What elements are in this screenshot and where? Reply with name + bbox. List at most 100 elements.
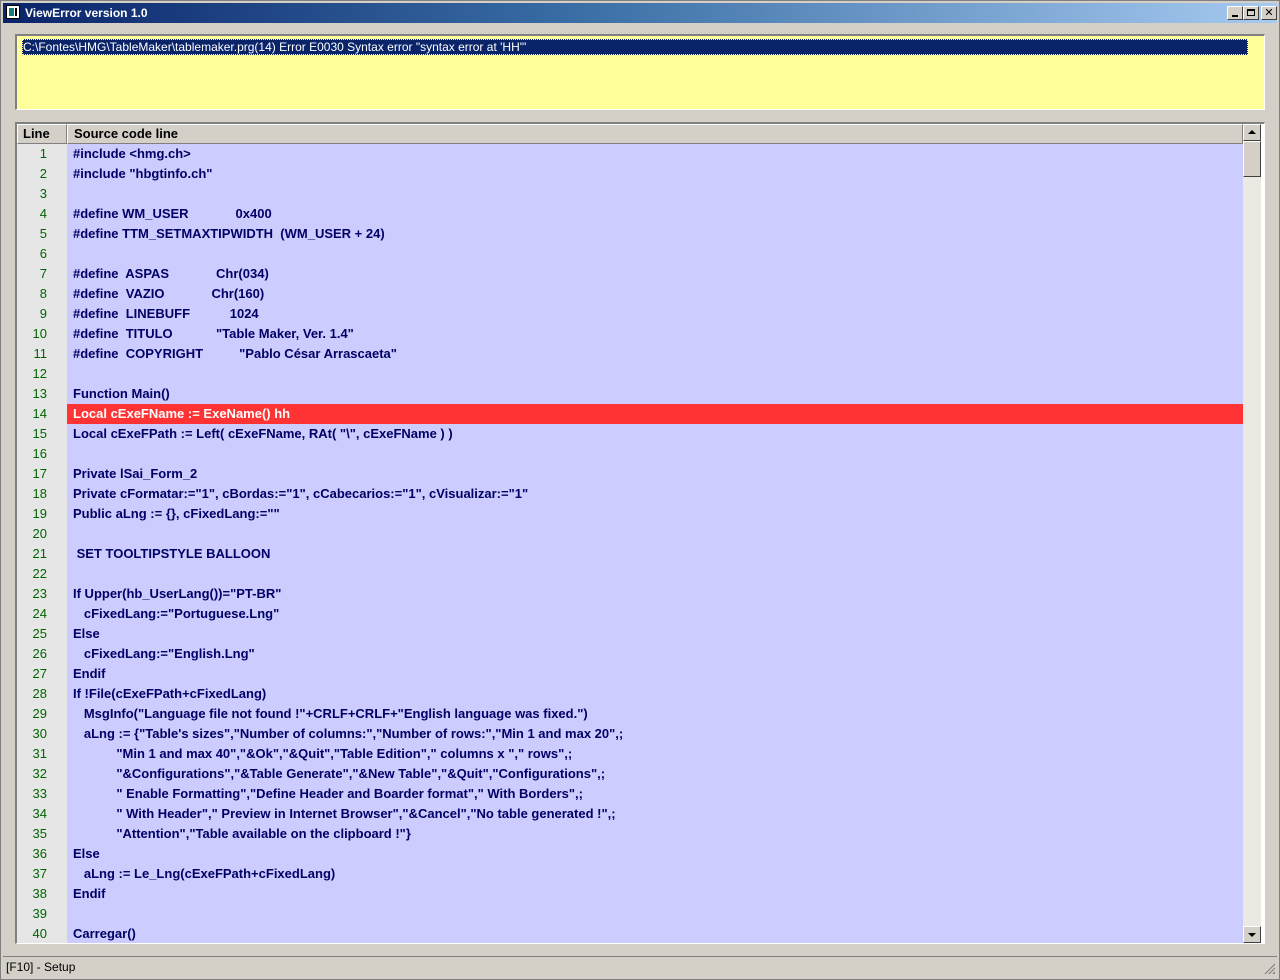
line-number-cell: 15 (17, 424, 67, 444)
source-code-cell: #define TITULO "Table Maker, Ver. 1.4" (73, 326, 354, 341)
source-code-cell: #define WM_USER 0x400 (73, 206, 272, 221)
line-number-cell: 19 (17, 504, 67, 524)
line-number-cell: 13 (17, 384, 67, 404)
source-code-cell: If Upper(hb_UserLang())="PT-BR" (73, 586, 282, 601)
table-row[interactable]: 28 If !File(cExeFPath+cFixedLang) (17, 684, 1243, 704)
line-number-cell: 39 (17, 904, 67, 924)
table-row[interactable]: 12 (17, 364, 1243, 384)
line-number-cell: 4 (17, 204, 67, 224)
table-row[interactable]: 9 #define LINEBUFF 1024 (17, 304, 1243, 324)
table-row[interactable]: 37 aLng := Le_Lng(cExeFPath+cFixedLang) (17, 864, 1243, 884)
source-code-cell: cFixedLang:="English.Lng" (73, 646, 255, 661)
source-code-cell: #include "hbgtinfo.ch" (73, 166, 213, 181)
table-row-error[interactable]: 14 Local cExeFName := ExeName() hh (17, 404, 1243, 424)
line-number-cell: 2 (17, 164, 67, 184)
title-bar[interactable]: ViewError version 1.0 ✕ (3, 3, 1277, 23)
source-code-cell: #define LINEBUFF 1024 (73, 306, 259, 321)
table-row[interactable]: 8 #define VAZIO Chr(160) (17, 284, 1243, 304)
line-number-cell: 11 (17, 344, 67, 364)
table-row[interactable]: 6 (17, 244, 1243, 264)
source-code-cell: If !File(cExeFPath+cFixedLang) (73, 686, 267, 701)
line-number-cell: 32 (17, 764, 67, 784)
table-row[interactable]: 18 Private cFormatar:="1", cBordas:="1", … (17, 484, 1243, 504)
source-code-cell: #include <hmg.ch> (73, 146, 191, 161)
table-row[interactable]: 15 Local cExeFPath := Left( cExeFName, RA… (17, 424, 1243, 444)
source-code-cell: Endif (73, 666, 106, 681)
close-button[interactable]: ✕ (1261, 6, 1277, 20)
table-row[interactable]: 32 "&Configurations","&Table Generate","… (17, 764, 1243, 784)
scroll-thumb[interactable] (1243, 141, 1261, 177)
table-row[interactable]: 26 cFixedLang:="English.Lng" (17, 644, 1243, 664)
resize-grip-icon[interactable] (1263, 962, 1275, 974)
table-row[interactable]: 11 #define COPYRIGHT "Pablo César Arrasca… (17, 344, 1243, 364)
source-code-cell: MsgInfo("Language file not found !"+CRLF… (73, 706, 588, 721)
line-number-cell: 27 (17, 664, 67, 684)
source-code-cell (67, 444, 1243, 464)
table-row[interactable]: 30 aLng := {"Table's sizes","Number of c… (17, 724, 1243, 744)
table-row[interactable]: 21 SET TOOLTIPSTYLE BALLOON (17, 544, 1243, 564)
error-list[interactable]: C:\Fontes\HMG\TableMaker\tablemaker.prg(… (15, 34, 1265, 110)
source-code-cell: Carregar() (73, 926, 136, 941)
window-title: ViewError version 1.0 (25, 6, 148, 20)
line-number-cell: 31 (17, 744, 67, 764)
table-row[interactable]: 3 (17, 184, 1243, 204)
arrow-down-icon (1248, 933, 1256, 937)
source-code-cell (67, 564, 1243, 584)
table-row[interactable]: 33 " Enable Formatting","Define Header a… (17, 784, 1243, 804)
table-row[interactable]: 40 Carregar() (17, 924, 1243, 943)
table-row[interactable]: 25 Else (17, 624, 1243, 644)
vertical-scrollbar[interactable] (1243, 124, 1261, 943)
source-grid[interactable]: Line Source code line 1 #include <hmg.ch>… (15, 122, 1265, 944)
table-row[interactable]: 22 (17, 564, 1243, 584)
table-row[interactable]: 29 MsgInfo("Language file not found !"+C… (17, 704, 1243, 724)
table-row[interactable]: 31 "Min 1 and max 40","&Ok","&Quit","Tab… (17, 744, 1243, 764)
line-number-cell: 20 (17, 524, 67, 544)
line-number-cell: 7 (17, 264, 67, 284)
line-number-cell: 22 (17, 564, 67, 584)
grid-header: Line Source code line (17, 124, 1243, 144)
source-code-cell: Local cExeFPath := Left( cExeFName, RAt(… (73, 426, 453, 441)
column-header-source[interactable]: Source code line (67, 124, 1243, 144)
table-row[interactable]: 7 #define ASPAS Chr(034) (17, 264, 1243, 284)
table-row[interactable]: 1 #include <hmg.ch> (17, 144, 1243, 164)
table-row[interactable]: 35 "Attention","Table available on the c… (17, 824, 1243, 844)
error-list-item-selected[interactable]: C:\Fontes\HMG\TableMaker\tablemaker.prg(… (22, 39, 1248, 55)
table-row[interactable]: 2 #include "hbgtinfo.ch" (17, 164, 1243, 184)
source-code-cell: #define ASPAS Chr(034) (73, 266, 269, 281)
table-row[interactable]: 20 (17, 524, 1243, 544)
source-code-cell: "Attention","Table available on the clip… (73, 826, 411, 841)
line-number-cell: 35 (17, 824, 67, 844)
table-row[interactable]: 39 (17, 904, 1243, 924)
viewerror-window: ViewError version 1.0 ✕ C:\Fontes\HMG\Ta… (0, 0, 1280, 980)
table-row[interactable]: 38 Endif (17, 884, 1243, 904)
scroll-up-button[interactable] (1243, 124, 1261, 141)
table-row[interactable]: 17 Private lSai_Form_2 (17, 464, 1243, 484)
table-row[interactable]: 16 (17, 444, 1243, 464)
table-row[interactable]: 4 #define WM_USER 0x400 (17, 204, 1243, 224)
table-row[interactable]: 19 Public aLng := {}, cFixedLang:="" (17, 504, 1243, 524)
table-row[interactable]: 27 Endif (17, 664, 1243, 684)
table-row[interactable]: 13 Function Main() (17, 384, 1243, 404)
maximize-button[interactable] (1243, 6, 1259, 20)
line-number-cell: 14 (17, 404, 67, 424)
source-code-cell (67, 524, 1243, 544)
table-row[interactable]: 36 Else (17, 844, 1243, 864)
table-row[interactable]: 5 #define TTM_SETMAXTIPWIDTH (WM_USER + 2… (17, 224, 1243, 244)
maximize-icon (1247, 9, 1255, 16)
line-number-cell: 23 (17, 584, 67, 604)
minimize-button[interactable] (1227, 6, 1243, 20)
app-icon[interactable] (6, 5, 20, 19)
table-row[interactable]: 24 cFixedLang:="Portuguese.Lng" (17, 604, 1243, 624)
table-row[interactable]: 23 If Upper(hb_UserLang())="PT-BR" (17, 584, 1243, 604)
line-number-cell: 29 (17, 704, 67, 724)
status-bar: [F10] - Setup (3, 956, 1277, 976)
source-code-cell: aLng := Le_Lng(cExeFPath+cFixedLang) (73, 866, 336, 881)
table-row[interactable]: 10 #define TITULO "Table Maker, Ver. 1.4" (17, 324, 1243, 344)
source-code-cell: " Enable Formatting","Define Header and … (73, 786, 583, 801)
scroll-down-button[interactable] (1243, 926, 1261, 943)
line-number-cell: 18 (17, 484, 67, 504)
source-code-cell: cFixedLang:="Portuguese.Lng" (73, 606, 280, 621)
table-row[interactable]: 34 " With Header"," Preview in Internet … (17, 804, 1243, 824)
column-header-line[interactable]: Line (17, 124, 67, 144)
source-code-cell: aLng := {"Table's sizes","Number of colu… (73, 726, 624, 741)
